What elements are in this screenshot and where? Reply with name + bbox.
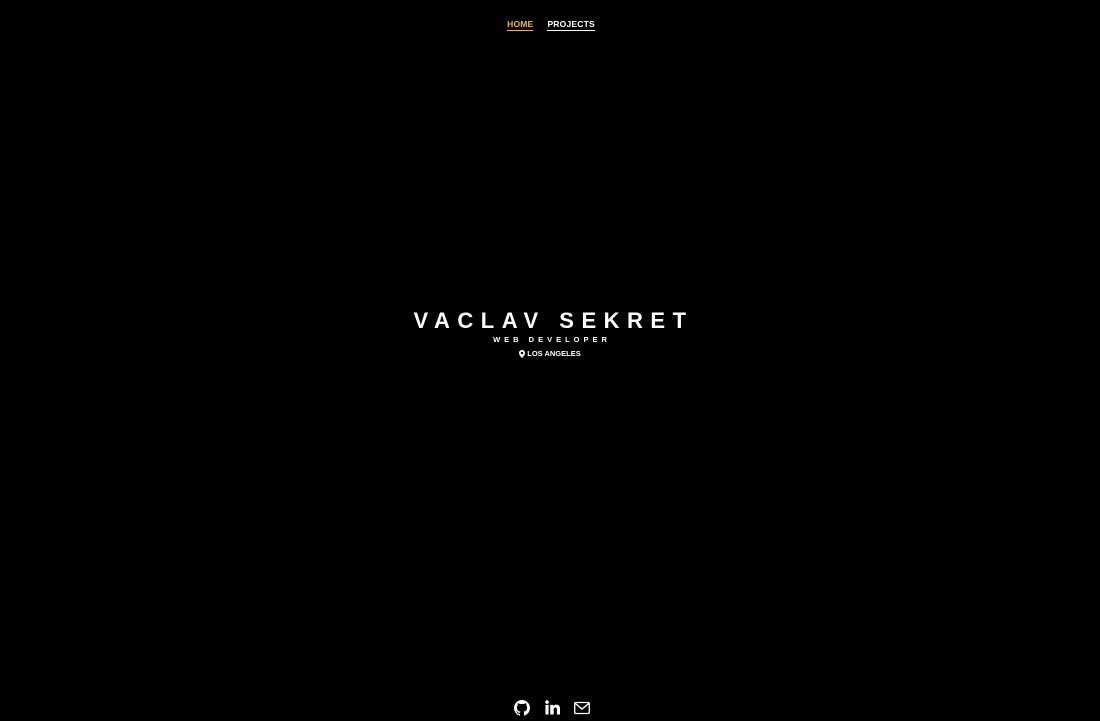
map-pin-icon xyxy=(519,350,526,358)
page: HOME PROJECTS VACLAV SEKRET WEB DEVELOPE… xyxy=(0,0,1100,721)
nav-item-home[interactable]: HOME xyxy=(507,19,534,31)
hero-location-label: LOS ANGELES xyxy=(527,349,581,358)
nav-item-projects[interactable]: PROJECTS xyxy=(547,19,595,31)
github-icon[interactable] xyxy=(514,699,530,716)
top-nav: HOME PROJECTS xyxy=(0,19,1100,31)
hero-role: WEB DEVELOPER xyxy=(493,335,611,344)
hero-location: LOS ANGELES xyxy=(519,349,581,359)
social-links xyxy=(0,699,1100,716)
linkedin-icon[interactable] xyxy=(544,699,560,716)
hero: VACLAV SEKRET WEB DEVELOPER LOS ANGELES xyxy=(0,308,1100,363)
mail-icon[interactable] xyxy=(574,699,590,716)
hero-name: VACLAV SEKRET xyxy=(413,308,694,333)
